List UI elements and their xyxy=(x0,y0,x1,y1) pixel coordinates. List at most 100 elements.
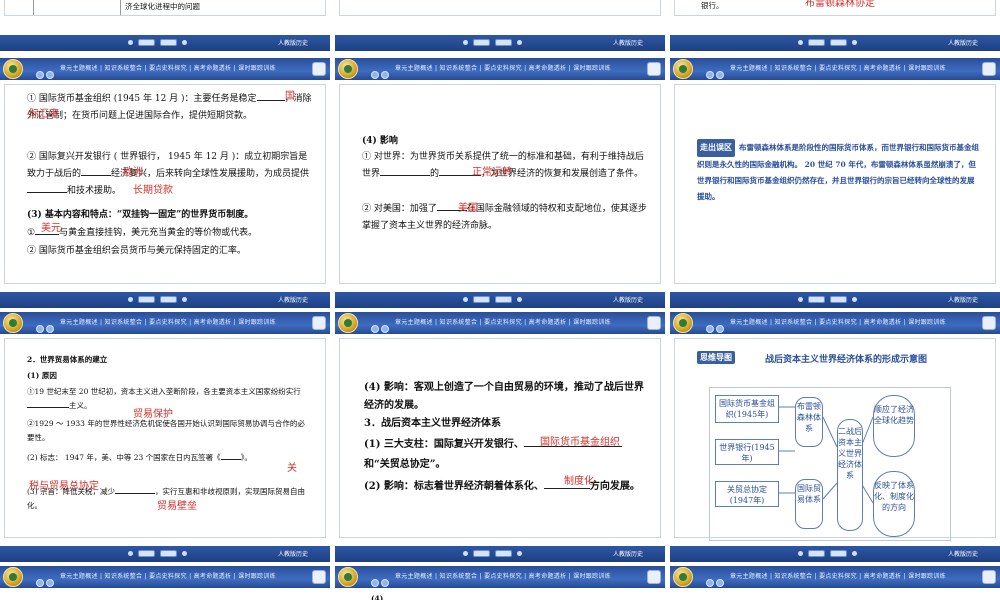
next-dot-icon[interactable] xyxy=(517,40,522,45)
nav-dot-icon[interactable] xyxy=(371,325,379,333)
exit-icon[interactable] xyxy=(647,570,661,584)
nav-dot-icon[interactable] xyxy=(36,71,44,79)
prev-dot-icon[interactable] xyxy=(128,551,133,556)
nav-bar[interactable]: 章元主题概述 | 知识系统整合 | 要点史料探究 | 高考命题透析 | 课时跟踪… xyxy=(60,317,276,326)
slide-r1-c1[interactable]: 章元主题概述 | 知识系统整合 | 要点史料探究 | 高考命题透析 | 课时跟踪… xyxy=(335,58,665,308)
prev-button[interactable] xyxy=(473,550,490,557)
next-button[interactable] xyxy=(830,296,847,303)
prev-button[interactable] xyxy=(138,296,155,303)
prev-button[interactable] xyxy=(808,39,825,46)
exit-icon[interactable] xyxy=(312,570,326,584)
prev-dot-icon[interactable] xyxy=(128,40,133,45)
slide-r2-c0[interactable]: 章元主题概述 | 知识系统整合 | 要点史料探究 | 高考命题透析 | 课时跟踪… xyxy=(0,312,330,562)
nav-dot-icon[interactable] xyxy=(716,71,724,79)
prev-dot-icon[interactable] xyxy=(798,551,803,556)
nav-bar[interactable]: 章元主题概述 | 知识系统整合 | 要点史料探究 | 高考命题透析 | 课时跟踪… xyxy=(60,571,276,580)
nav-dot-icon[interactable] xyxy=(706,325,714,333)
prev-dot-icon[interactable] xyxy=(463,297,468,302)
paragraph: (3) 基本内容和特点：“双挂钩一固定”的世界货币制度。 xyxy=(27,210,254,220)
nav-dot-icon[interactable] xyxy=(46,71,54,79)
prev-button[interactable] xyxy=(138,550,155,557)
prev-button[interactable] xyxy=(473,296,490,303)
prev-dot-icon[interactable] xyxy=(463,551,468,556)
nav-dot-icon[interactable] xyxy=(706,71,714,79)
slide-r3-c2[interactable]: 章元主题概述 | 知识系统整合 | 要点史料探究 | 高考命题透析 | 课时跟踪… xyxy=(670,566,1000,600)
next-button[interactable] xyxy=(830,39,847,46)
nav-dot-icon[interactable] xyxy=(381,71,389,79)
nav-dot-icon[interactable] xyxy=(46,325,54,333)
nav-dot-icon[interactable] xyxy=(381,579,389,587)
exit-icon[interactable] xyxy=(312,62,326,76)
nav-dot-icon[interactable] xyxy=(716,325,724,333)
next-dot-icon[interactable] xyxy=(182,551,187,556)
nav-dot-icon[interactable] xyxy=(46,579,54,587)
prev-dot-icon[interactable] xyxy=(128,297,133,302)
exit-icon[interactable] xyxy=(647,62,661,76)
prev-dot-icon[interactable] xyxy=(798,297,803,302)
next-button[interactable] xyxy=(160,296,177,303)
slide-r1-c0[interactable]: 章元主题概述 | 知识系统整合 | 要点史料探究 | 高考命题透析 | 课时跟踪… xyxy=(0,58,330,308)
slide-r2-c1[interactable]: 章元主题概述 | 知识系统整合 | 要点史料探究 | 高考命题透析 | 课时跟踪… xyxy=(335,312,665,562)
slide-footer: 人教版历史 xyxy=(670,35,1000,51)
nav-bar[interactable]: 章元主题概述 | 知识系统整合 | 要点史料探究 | 高考命题透析 | 课时跟踪… xyxy=(395,63,611,72)
nav-bar[interactable]: 章元主题概述 | 知识系统整合 | 要点史料探究 | 高考命题透析 | 课时跟踪… xyxy=(730,317,946,326)
nav-bar[interactable]: 章元主题概述 | 知识系统整合 | 要点史料探究 | 高考命题透析 | 课时跟踪… xyxy=(730,63,946,72)
slide-header: 章元主题概述 | 知识系统整合 | 要点史料探究 | 高考命题透析 | 课时跟踪… xyxy=(335,312,665,334)
next-dot-icon[interactable] xyxy=(852,297,857,302)
node-result-2: 反映了体系化、制度化的方向 xyxy=(873,471,915,537)
next-button[interactable] xyxy=(495,296,512,303)
exit-icon[interactable] xyxy=(982,62,996,76)
exit-icon[interactable] xyxy=(982,316,996,330)
next-dot-icon[interactable] xyxy=(182,40,187,45)
answer-text: 美元 xyxy=(41,223,61,234)
nav-dot-icon[interactable] xyxy=(36,325,44,333)
nav-dot-icon[interactable] xyxy=(716,579,724,587)
slide-r0-c1[interactable]: 人教版历史 xyxy=(335,0,665,54)
next-dot-icon[interactable] xyxy=(517,551,522,556)
next-button[interactable] xyxy=(495,550,512,557)
slide-r0-c0[interactable]: 济全球化进程中的问题 人教版历史 xyxy=(0,0,330,54)
nav-bar[interactable]: 章元主题概述 | 知识系统整合 | 要点史料探究 | 高考命题透析 | 课时跟踪… xyxy=(730,571,946,580)
next-dot-icon[interactable] xyxy=(182,297,187,302)
exit-icon[interactable] xyxy=(982,570,996,584)
body-text: 银行。 xyxy=(701,1,724,10)
next-button[interactable] xyxy=(160,550,177,557)
slide-r1-c2[interactable]: 章元主题概述 | 知识系统整合 | 要点史料探究 | 高考命题透析 | 课时跟踪… xyxy=(670,58,1000,308)
nav-bar[interactable]: 章元主题概述 | 知识系统整合 | 要点史料探究 | 高考命题透析 | 课时跟踪… xyxy=(395,571,611,580)
next-dot-icon[interactable] xyxy=(852,40,857,45)
logo-icon xyxy=(338,313,358,333)
exit-icon[interactable] xyxy=(312,316,326,330)
nav-dot-icon[interactable] xyxy=(36,579,44,587)
prev-dot-icon[interactable] xyxy=(798,40,803,45)
nav-dot-icon[interactable] xyxy=(381,325,389,333)
nav-dot-icon[interactable] xyxy=(371,579,379,587)
logo-icon xyxy=(3,567,23,587)
prev-button[interactable] xyxy=(808,550,825,557)
exit-icon[interactable] xyxy=(647,316,661,330)
prev-button[interactable] xyxy=(473,39,490,46)
slide-header: 章元主题概述 | 知识系统整合 | 要点史料探究 | 高考命题透析 | 课时跟踪… xyxy=(335,566,665,588)
node-imf: 国际货币基金组织(1945年) xyxy=(715,395,779,423)
next-button[interactable] xyxy=(160,39,177,46)
answer-text: 贸易壁垒 xyxy=(157,501,197,512)
nav-dot-icon[interactable] xyxy=(706,579,714,587)
answer-text: 际汇率 xyxy=(29,109,59,120)
body-text: 济全球化进程中的问题 xyxy=(125,2,200,11)
slide-r3-c0[interactable]: 章元主题概述 | 知识系统整合 | 要点史料探究 | 高考命题透析 | 课时跟踪… xyxy=(0,566,330,600)
slide-body: 思维导图 战后资本主义世界经济体系的形成示意图 国际货币基金组织(1945年) … xyxy=(674,338,996,541)
nav-bar[interactable]: 章元主题概述 | 知识系统整合 | 要点史料探究 | 高考命题透析 | 课时跟踪… xyxy=(395,317,611,326)
slide-r2-c2[interactable]: 章元主题概述 | 知识系统整合 | 要点史料探究 | 高考命题透析 | 课时跟踪… xyxy=(670,312,1000,562)
prev-button[interactable] xyxy=(138,39,155,46)
next-dot-icon[interactable] xyxy=(517,297,522,302)
next-button[interactable] xyxy=(830,550,847,557)
slide-r0-c2[interactable]: 银行。 布雷顿森林协定 人教版历史 xyxy=(670,0,1000,54)
prev-dot-icon[interactable] xyxy=(463,40,468,45)
nav-dot-icon[interactable] xyxy=(371,71,379,79)
slide-r3-c1[interactable]: 章元主题概述 | 知识系统整合 | 要点史料探究 | 高考命题透析 | 课时跟踪… xyxy=(335,566,665,600)
prev-button[interactable] xyxy=(808,296,825,303)
next-button[interactable] xyxy=(495,39,512,46)
nav-bar[interactable]: 章元主题概述 | 知识系统整合 | 要点史料探究 | 高考命题透析 | 课时跟踪… xyxy=(60,63,276,72)
node-trade-system: 国际贸易体系 xyxy=(795,479,823,529)
table-cell xyxy=(33,0,121,15)
next-dot-icon[interactable] xyxy=(852,551,857,556)
